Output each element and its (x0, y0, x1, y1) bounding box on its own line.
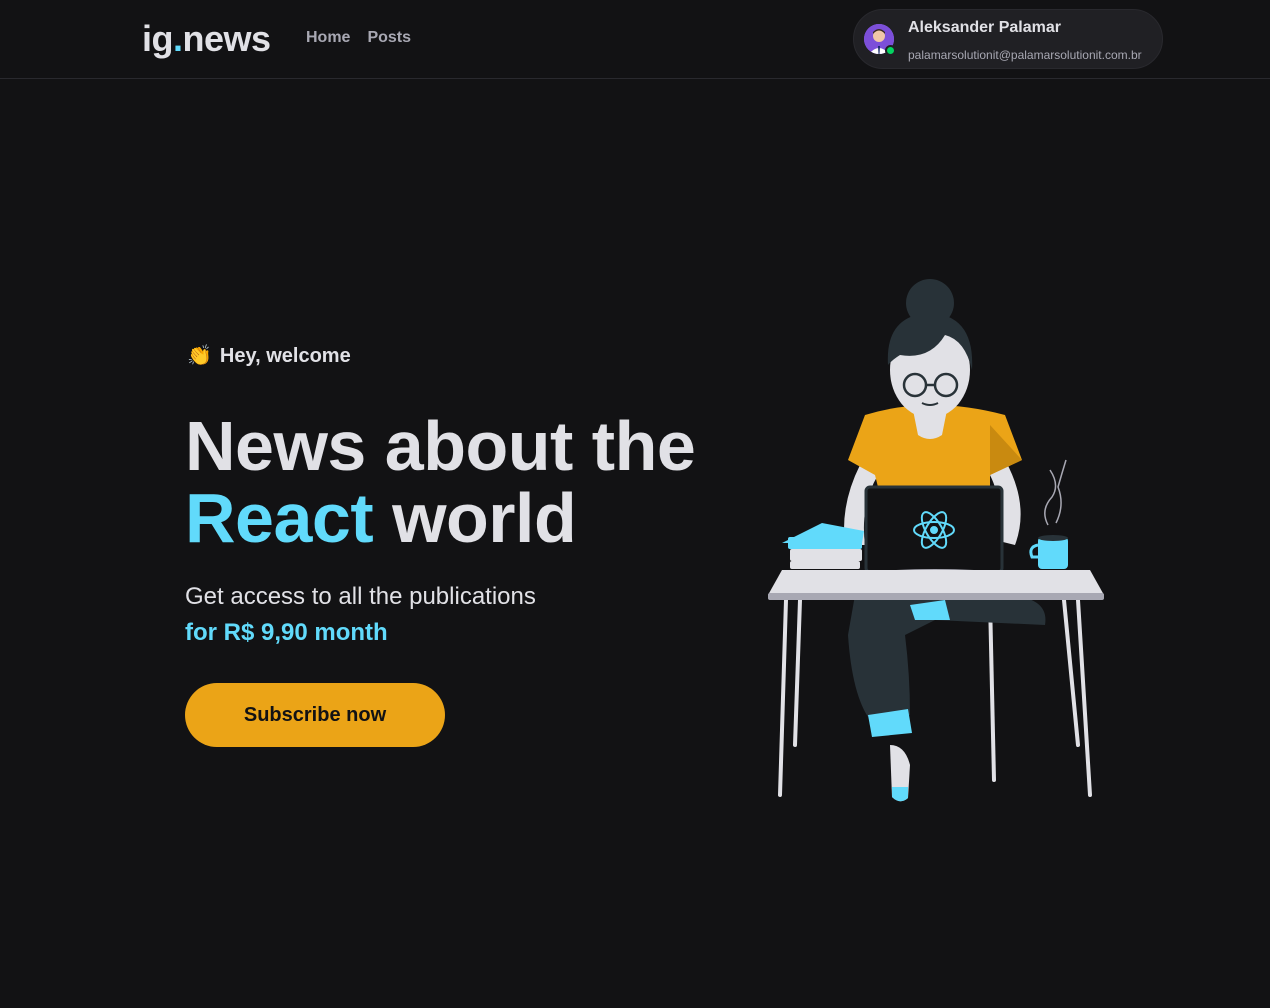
subscribe-button[interactable]: Subscribe now (185, 683, 445, 747)
user-profile-button[interactable]: Aleksander Palamar palamarsolutionit@pal… (853, 9, 1163, 69)
main-nav: Home Posts (306, 28, 411, 48)
greeting: 👏 Hey, welcome (187, 344, 351, 368)
woman-at-laptop-illustration (768, 279, 1104, 802)
logo-suffix: news (182, 18, 272, 59)
clapping-hands-icon: 👏 (187, 345, 212, 367)
headline-line1: News about the (185, 407, 696, 485)
hero-subtitle: Get access to all the publications (185, 583, 536, 610)
user-email: palamarsolutionit@palamarsolutionit.com.… (908, 48, 1142, 62)
headline-rest: world (373, 479, 577, 557)
nav-posts-link[interactable]: Posts (367, 28, 411, 48)
nav-home-link[interactable]: Home (306, 28, 350, 48)
user-name: Aleksander Palamar (908, 19, 1061, 36)
logo-prefix: ig (142, 18, 174, 59)
avatar (864, 24, 896, 56)
price-text: for R$ 9,90 month (185, 619, 388, 646)
greeting-text: Hey, welcome (219, 345, 351, 367)
top-header: ig.news Home Posts Aleksander Palamar pa… (0, 0, 1270, 79)
logo[interactable]: ig.news (142, 18, 271, 60)
headline-accent: React (185, 479, 374, 557)
logo-dot: . (173, 18, 183, 59)
online-status-indicator (885, 45, 896, 56)
page-title: News about the React world (185, 407, 696, 557)
